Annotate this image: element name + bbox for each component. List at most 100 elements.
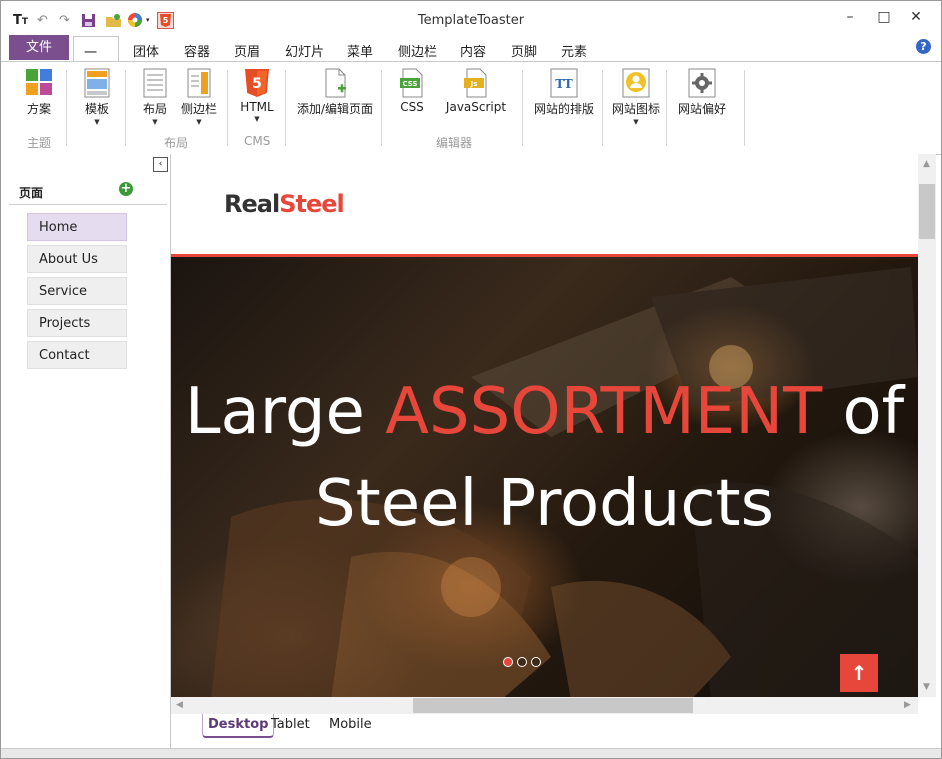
svg-text:Js: Js xyxy=(470,80,478,88)
pages-panel: ‹ 页面 + Home About Us Service Projects Co… xyxy=(1,154,171,748)
template-button[interactable]: 模板 ▼ xyxy=(79,68,115,126)
page-item-about-us[interactable]: About Us xyxy=(27,245,127,273)
site-logo[interactable]: RealSteel xyxy=(224,190,345,218)
hero-text-assortment: ASSORTMENT xyxy=(385,375,823,449)
scheme-button[interactable]: 方案 xyxy=(21,68,57,117)
chevron-down-icon: ▼ xyxy=(94,118,100,126)
vertical-scroll-thumb[interactable] xyxy=(919,184,935,239)
hero-heading-line2: Steel Products xyxy=(315,467,774,541)
design-canvas[interactable]: RealSteel Large ASSORTMENT of Steel Prod… xyxy=(171,154,918,697)
tab-group[interactable]: 团体 xyxy=(133,41,159,60)
tab-sidebar[interactable]: 侧边栏 xyxy=(398,41,437,60)
group-editor-label: 编辑器 xyxy=(436,136,473,150)
scroll-to-top-button[interactable]: ↑ xyxy=(840,654,878,692)
separator xyxy=(285,70,286,146)
group-layout-label: 布局 xyxy=(164,136,189,150)
typography-icon: TT xyxy=(550,68,578,98)
tab-header[interactable]: 页眉 xyxy=(234,41,260,60)
chevron-down-icon: ▼ xyxy=(196,118,202,126)
separator xyxy=(602,70,603,146)
tab-mobile[interactable]: Mobile xyxy=(329,717,372,732)
hero-slider[interactable]: Large ASSORTMENT of Steel Products ↑ xyxy=(171,254,918,697)
group-theme-label: 主题 xyxy=(27,136,52,150)
minimize-icon[interactable]: – xyxy=(839,9,861,29)
separator xyxy=(381,70,382,146)
slider-dot[interactable] xyxy=(503,657,513,667)
pages-heading: 页面 xyxy=(19,186,44,200)
css-label: CSS xyxy=(400,100,424,114)
collapse-panel-icon[interactable]: ‹ xyxy=(153,157,168,172)
file-menu-tab[interactable]: 文件 xyxy=(9,35,69,60)
logo-text-real: Real xyxy=(224,190,280,218)
favicon-icon xyxy=(622,68,650,98)
layout-button[interactable]: 布局 ▼ xyxy=(137,68,173,126)
help-icon[interactable]: ? xyxy=(916,39,931,54)
css-button[interactable]: CSS CSS xyxy=(394,68,430,114)
scroll-left-icon[interactable]: ◀ xyxy=(176,700,183,710)
preferences-button[interactable]: 网站偏好 xyxy=(677,68,727,117)
html-label: HTML xyxy=(240,100,274,114)
tab-elements[interactable]: 元素 xyxy=(561,41,587,60)
page-item-service[interactable]: Service xyxy=(27,277,127,305)
tab-desktop[interactable]: Desktop xyxy=(202,714,275,738)
tab-slideshow[interactable]: 幻灯片 xyxy=(285,41,324,60)
gear-icon xyxy=(688,68,716,98)
html5-logo-icon: 5 xyxy=(243,68,271,97)
title-bar: TT ↶ ↷ ▾ 5 TemplateToaster – □ ✕ xyxy=(1,1,941,35)
group-cms-label: CMS xyxy=(244,134,271,148)
separator xyxy=(522,70,523,146)
chevron-down-icon: ▼ xyxy=(633,118,639,126)
tab-menu[interactable]: 菜单 xyxy=(347,41,373,60)
chevron-down-icon: ▼ xyxy=(254,115,260,123)
javascript-label: JavaScript xyxy=(445,100,507,114)
site-icon-label: 网站图标 xyxy=(611,102,660,116)
page-item-home[interactable]: Home xyxy=(27,213,127,241)
logo-text-steel: Steel xyxy=(279,190,345,218)
chevron-down-icon: ▼ xyxy=(152,118,158,126)
window-title: TemplateToaster xyxy=(417,13,525,28)
typography-button[interactable]: TT 网站的排版 xyxy=(533,68,595,117)
scheme-label: 方案 xyxy=(26,102,51,116)
separator xyxy=(666,70,667,146)
svg-text:TT: TT xyxy=(555,77,573,91)
ribbon: 方案 模板 ▼ 布局 ▼ 侧边栏 ▼ 5 HTML ▼ 添加/编辑页面 CSS … xyxy=(1,61,941,155)
svg-text:5: 5 xyxy=(252,76,262,92)
html-button[interactable]: 5 HTML ▼ xyxy=(237,68,277,123)
app-window: TT ↶ ↷ ▾ 5 TemplateToaster – □ ✕ 文件 一般 团… xyxy=(0,0,942,759)
separator xyxy=(66,70,67,146)
tab-general[interactable]: 一般 xyxy=(73,36,119,80)
separator xyxy=(227,70,228,146)
layout-label: 布局 xyxy=(142,102,167,116)
scroll-up-icon[interactable]: ▲ xyxy=(923,159,930,169)
separator xyxy=(744,70,745,146)
add-page-icon[interactable]: + xyxy=(119,182,133,196)
template-icon xyxy=(83,68,111,98)
horizontal-scroll-thumb[interactable] xyxy=(413,698,693,713)
slider-dot[interactable] xyxy=(517,657,527,667)
javascript-button[interactable]: Js JavaScript xyxy=(445,68,507,114)
sidebar-label: 侧边栏 xyxy=(180,102,217,116)
tab-tablet[interactable]: Tablet xyxy=(271,717,310,732)
tab-container[interactable]: 容器 xyxy=(184,41,210,60)
maximize-icon[interactable]: □ xyxy=(873,9,895,29)
tab-footer[interactable]: 页脚 xyxy=(511,41,537,60)
close-icon[interactable]: ✕ xyxy=(905,9,927,29)
template-label: 模板 xyxy=(84,102,109,116)
scroll-down-icon[interactable]: ▼ xyxy=(923,682,930,692)
sidebar-button[interactable]: 侧边栏 ▼ xyxy=(179,68,219,126)
hero-text-large: Large xyxy=(184,375,386,449)
scroll-right-icon[interactable]: ▶ xyxy=(904,700,911,710)
typography-label: 网站的排版 xyxy=(533,102,594,116)
add-edit-page-button[interactable]: 添加/编辑页面 xyxy=(295,68,375,117)
vertical-scrollbar[interactable]: ▲ ▼ xyxy=(918,154,936,697)
slider-dot[interactable] xyxy=(531,657,541,667)
horizontal-scrollbar[interactable]: ◀ ▶ xyxy=(171,697,918,714)
device-view-tabs: Desktop Tablet Mobile xyxy=(171,714,941,748)
page-item-contact[interactable]: Contact xyxy=(27,341,127,369)
slider-pagination xyxy=(503,657,541,667)
page-item-projects[interactable]: Projects xyxy=(27,309,127,337)
svg-text:CSS: CSS xyxy=(402,80,417,88)
tab-content[interactable]: 内容 xyxy=(460,41,486,60)
js-file-icon: Js xyxy=(462,68,490,98)
site-icon-button[interactable]: 网站图标 ▼ xyxy=(611,68,661,126)
